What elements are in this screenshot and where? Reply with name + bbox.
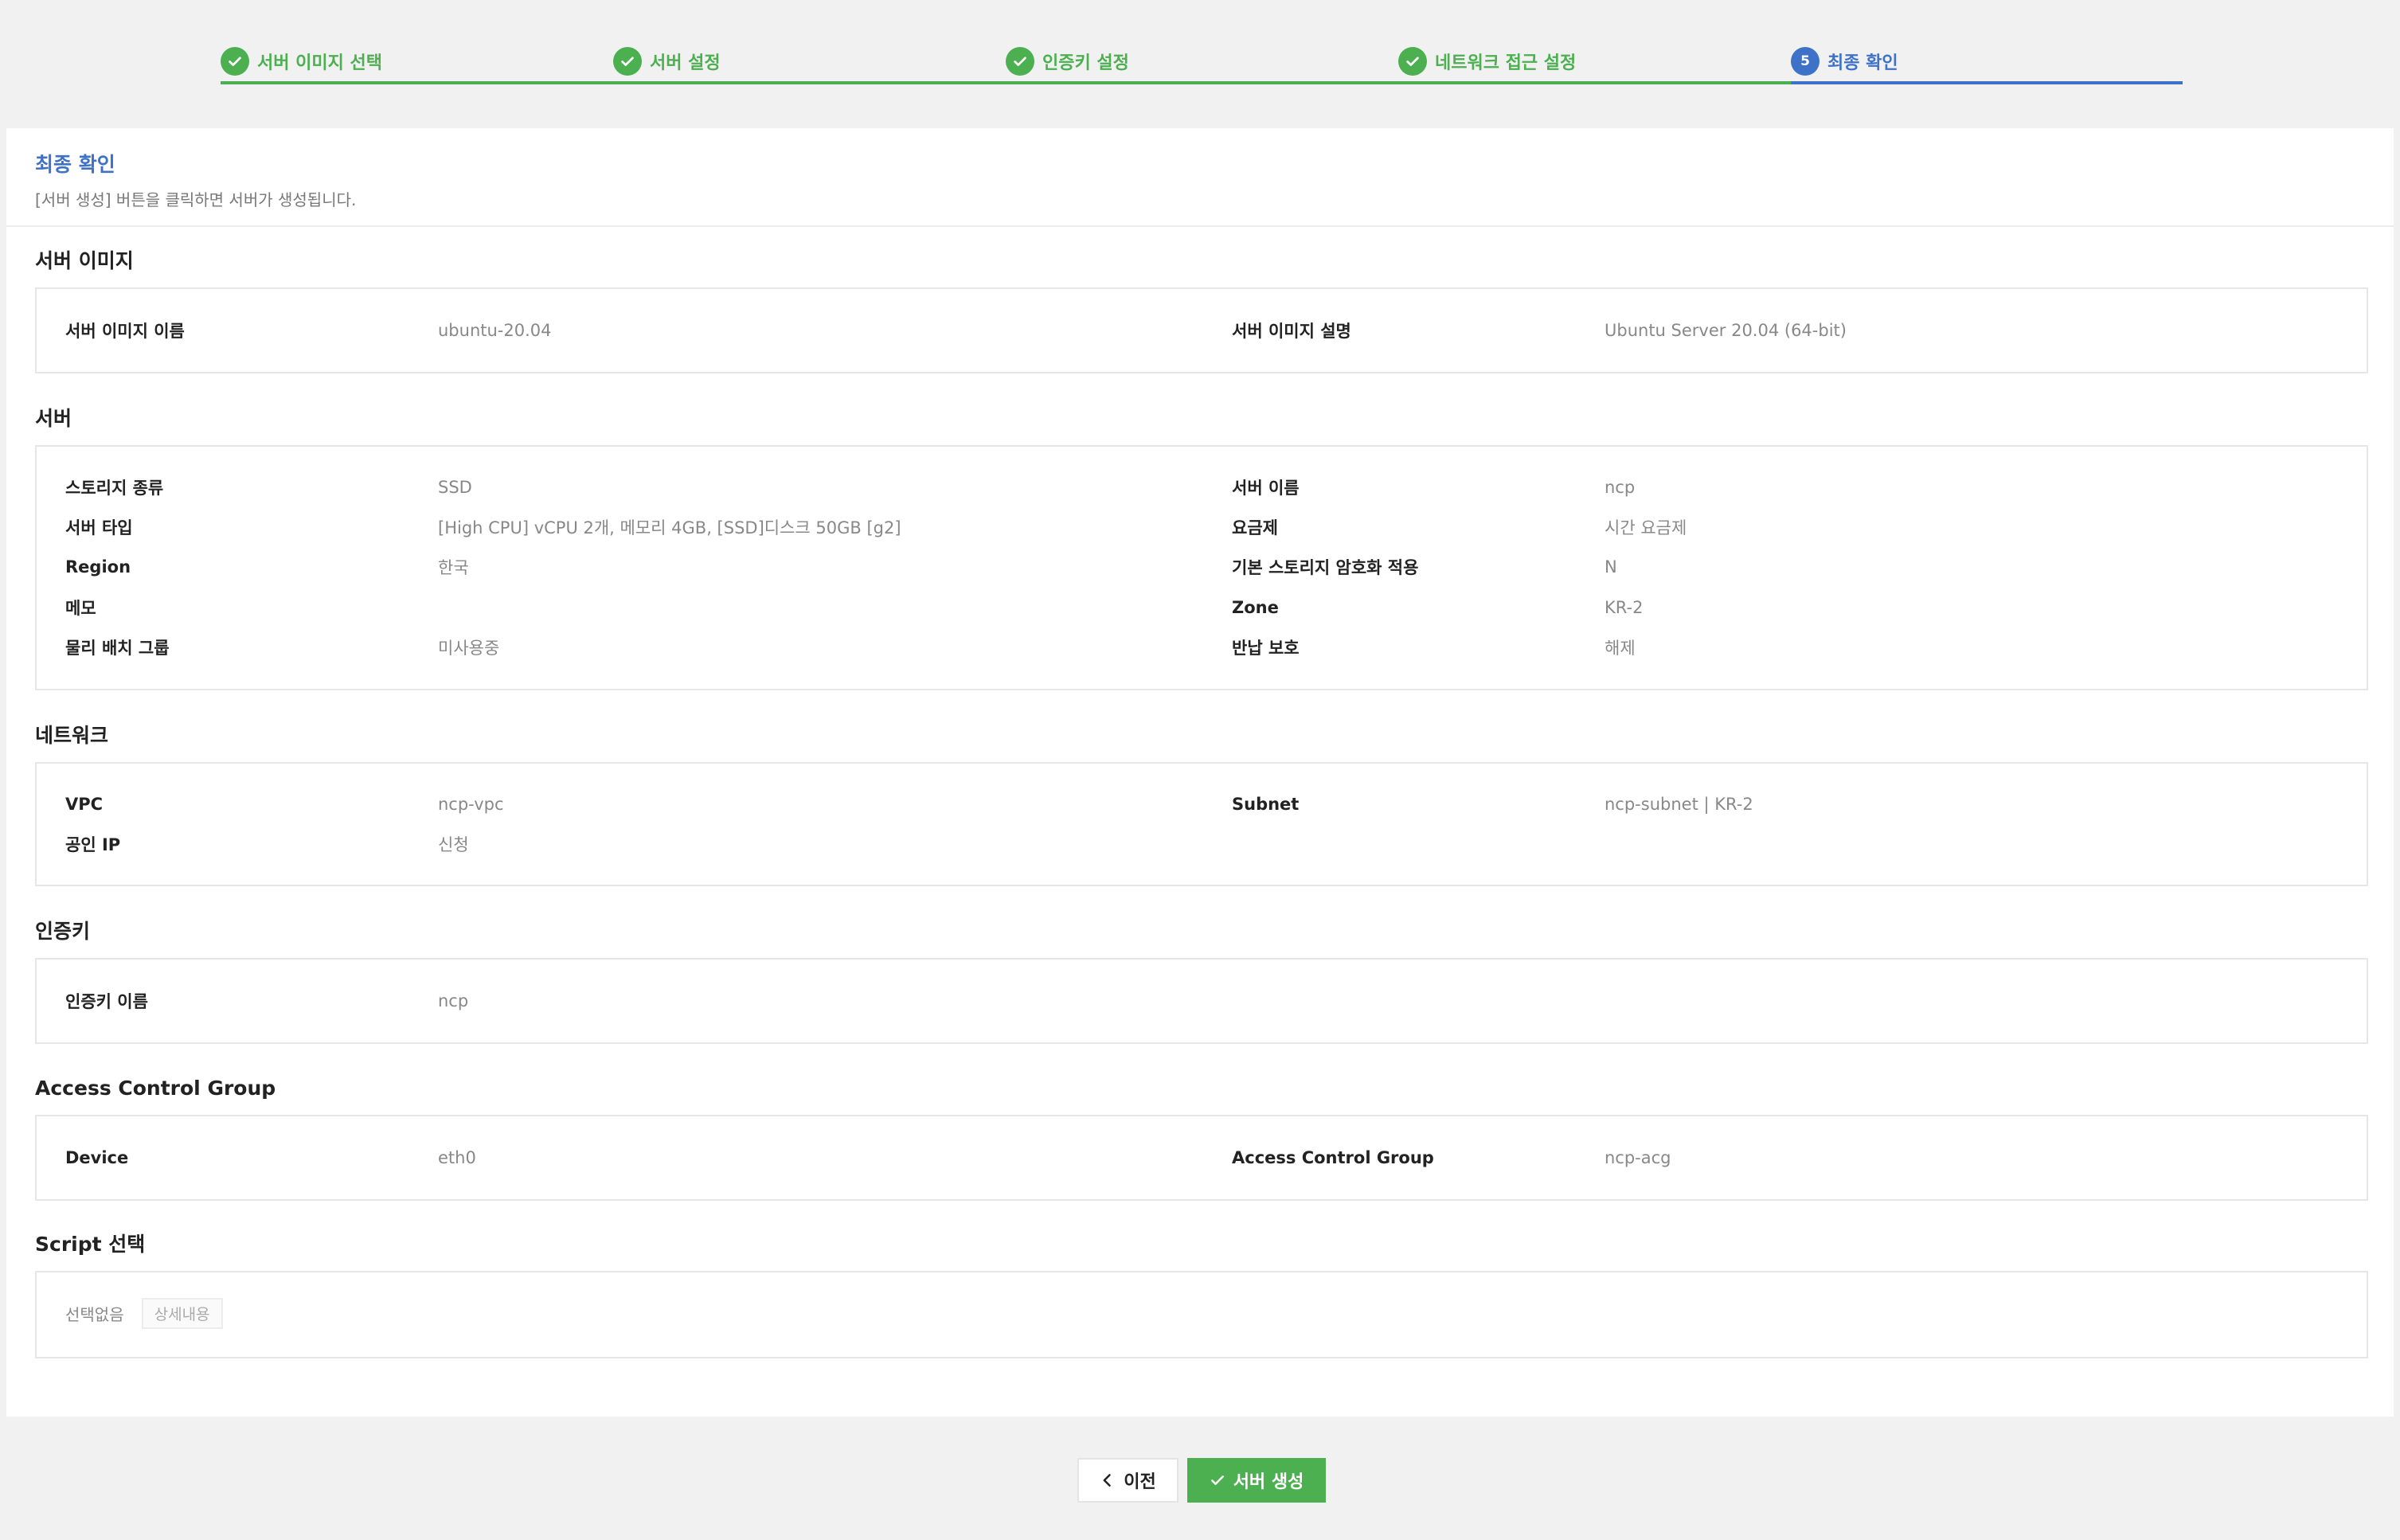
section-network: 네트워크 VPC ncp-vpc Subnet ncp-subnet | KR-… <box>35 722 2368 886</box>
subnet-value: ncp-subnet | KR-2 <box>1605 795 1753 814</box>
auth-key-card: 인증키 이름 ncp <box>35 958 2368 1044</box>
acg-value: ncp-acg <box>1605 1148 1671 1167</box>
server-image-name-label: 서버 이미지 이름 <box>65 322 185 341</box>
auth-key-name-label: 인증키 이름 <box>65 992 148 1011</box>
check-icon <box>221 47 249 76</box>
step-network-access[interactable]: 네트워크 접근 설정 <box>1398 41 1791 84</box>
panel-header: 최종 확인 [서버 생성] 버튼을 클릭하면 서버가 생성됩니다. <box>6 128 2394 227</box>
step-final-confirm[interactable]: 5 최종 확인 <box>1791 41 2183 84</box>
server-image-desc-value: Ubuntu Server 20.04 (64-bit) <box>1605 321 1847 340</box>
section-title: Script 선택 <box>35 1233 146 1256</box>
step-label: 서버 이미지 선택 <box>257 53 382 73</box>
zone-value: KR-2 <box>1605 598 1644 617</box>
encryption-value: N <box>1605 557 1617 577</box>
zone-label: Zone <box>1232 598 1279 617</box>
placement-group-label: 물리 배치 그룹 <box>65 639 170 658</box>
section-title: 인증키 <box>35 920 91 943</box>
section-script: Script 선택 선택없음 상세내용 <box>35 1231 2368 1358</box>
acg-card: Device eth0 Access Control Group ncp-acg <box>35 1115 2368 1201</box>
check-icon <box>1006 47 1034 76</box>
return-protect-label: 반납 보호 <box>1232 639 1300 658</box>
acg-label: Access Control Group <box>1232 1148 1434 1167</box>
script-none-text: 선택없음 <box>65 1305 124 1324</box>
region-label: Region <box>65 557 131 577</box>
vpc-label: VPC <box>65 795 104 814</box>
check-icon <box>1398 47 1427 76</box>
section-server: 서버 스토리지 종류 SSD 서버 이름 ncp 서버 타입 [High CPU… <box>35 405 2368 690</box>
return-protect-value: 해제 <box>1605 639 1636 658</box>
placement-group-value: 미사용중 <box>438 639 500 658</box>
device-label: Device <box>65 1148 129 1167</box>
script-detail-button[interactable]: 상세내용 <box>141 1298 223 1329</box>
step-number-badge: 5 <box>1791 47 1820 76</box>
server-type-value: [High CPU] vCPU 2개, 메모리 4GB, [SSD]디스크 50… <box>438 518 901 537</box>
check-icon <box>1210 1476 1224 1485</box>
auth-key-name-value: ncp <box>438 991 469 1010</box>
plan-label: 요금제 <box>1232 518 1278 537</box>
step-server-image[interactable]: 서버 이미지 선택 <box>221 41 613 84</box>
server-image-desc-label: 서버 이미지 설명 <box>1232 322 1351 341</box>
step-label: 인증키 설정 <box>1042 53 1129 73</box>
server-image-name-value: ubuntu-20.04 <box>438 321 552 340</box>
region-value: 한국 <box>438 558 469 577</box>
storage-type-label: 스토리지 종류 <box>65 479 164 498</box>
page-description: [서버 생성] 버튼을 클릭하면 서버가 생성됩니다. <box>35 190 357 209</box>
network-card: VPC ncp-vpc Subnet ncp-subnet | KR-2 공인 … <box>35 762 2368 886</box>
section-server-image: 서버 이미지 서버 이미지 이름 ubuntu-20.04 서버 이미지 설명 … <box>35 248 2368 373</box>
section-auth-key: 인증키 인증키 이름 ncp <box>35 918 2368 1044</box>
section-title: Access Control Group <box>35 1077 276 1100</box>
prev-button-label: 이전 <box>1124 1472 1156 1492</box>
server-name-value: ncp <box>1605 478 1636 497</box>
step-auth-key[interactable]: 인증키 설정 <box>1006 41 1398 84</box>
server-card: 스토리지 종류 SSD 서버 이름 ncp 서버 타입 [High CPU] v… <box>35 445 2368 690</box>
vpc-value: ncp-vpc <box>438 795 504 814</box>
server-image-card: 서버 이미지 이름 ubuntu-20.04 서버 이미지 설명 Ubuntu … <box>35 287 2368 373</box>
step-label: 서버 설정 <box>650 53 721 73</box>
step-server-settings[interactable]: 서버 설정 <box>613 41 1006 84</box>
script-card: 선택없음 상세내용 <box>35 1271 2368 1358</box>
final-confirm-panel: 최종 확인 [서버 생성] 버튼을 클릭하면 서버가 생성됩니다. 서버 이미지… <box>6 128 2394 1417</box>
public-ip-label: 공인 IP <box>65 835 121 854</box>
section-title: 서버 이미지 <box>35 249 134 272</box>
server-type-label: 서버 타입 <box>65 518 133 537</box>
create-server-button-label: 서버 생성 <box>1233 1472 1304 1492</box>
prev-button[interactable]: 이전 <box>1077 1458 1179 1503</box>
step-label: 네트워크 접근 설정 <box>1435 53 1577 73</box>
storage-type-value: SSD <box>438 478 472 497</box>
server-name-label: 서버 이름 <box>1232 479 1300 498</box>
public-ip-value: 신청 <box>438 835 469 854</box>
page-title: 최종 확인 <box>35 153 115 176</box>
section-acg: Access Control Group Device eth0 Access … <box>35 1075 2368 1201</box>
step-label: 최종 확인 <box>1827 53 1898 73</box>
encryption-label: 기본 스토리지 암호화 적용 <box>1232 558 1419 577</box>
plan-value: 시간 요금제 <box>1605 518 1687 537</box>
section-title: 서버 <box>35 407 72 430</box>
create-server-button[interactable]: 서버 생성 <box>1187 1458 1326 1503</box>
chevron-left-icon <box>1103 1474 1111 1487</box>
memo-label: 메모 <box>65 599 96 618</box>
stepper: 서버 이미지 선택 서버 설정 인증키 설정 네트워크 접근 설정 5 최종 확… <box>221 41 2183 86</box>
subnet-label: Subnet <box>1232 795 1300 814</box>
check-icon <box>613 47 642 76</box>
section-title: 네트워크 <box>35 724 109 747</box>
device-value: eth0 <box>438 1148 476 1167</box>
